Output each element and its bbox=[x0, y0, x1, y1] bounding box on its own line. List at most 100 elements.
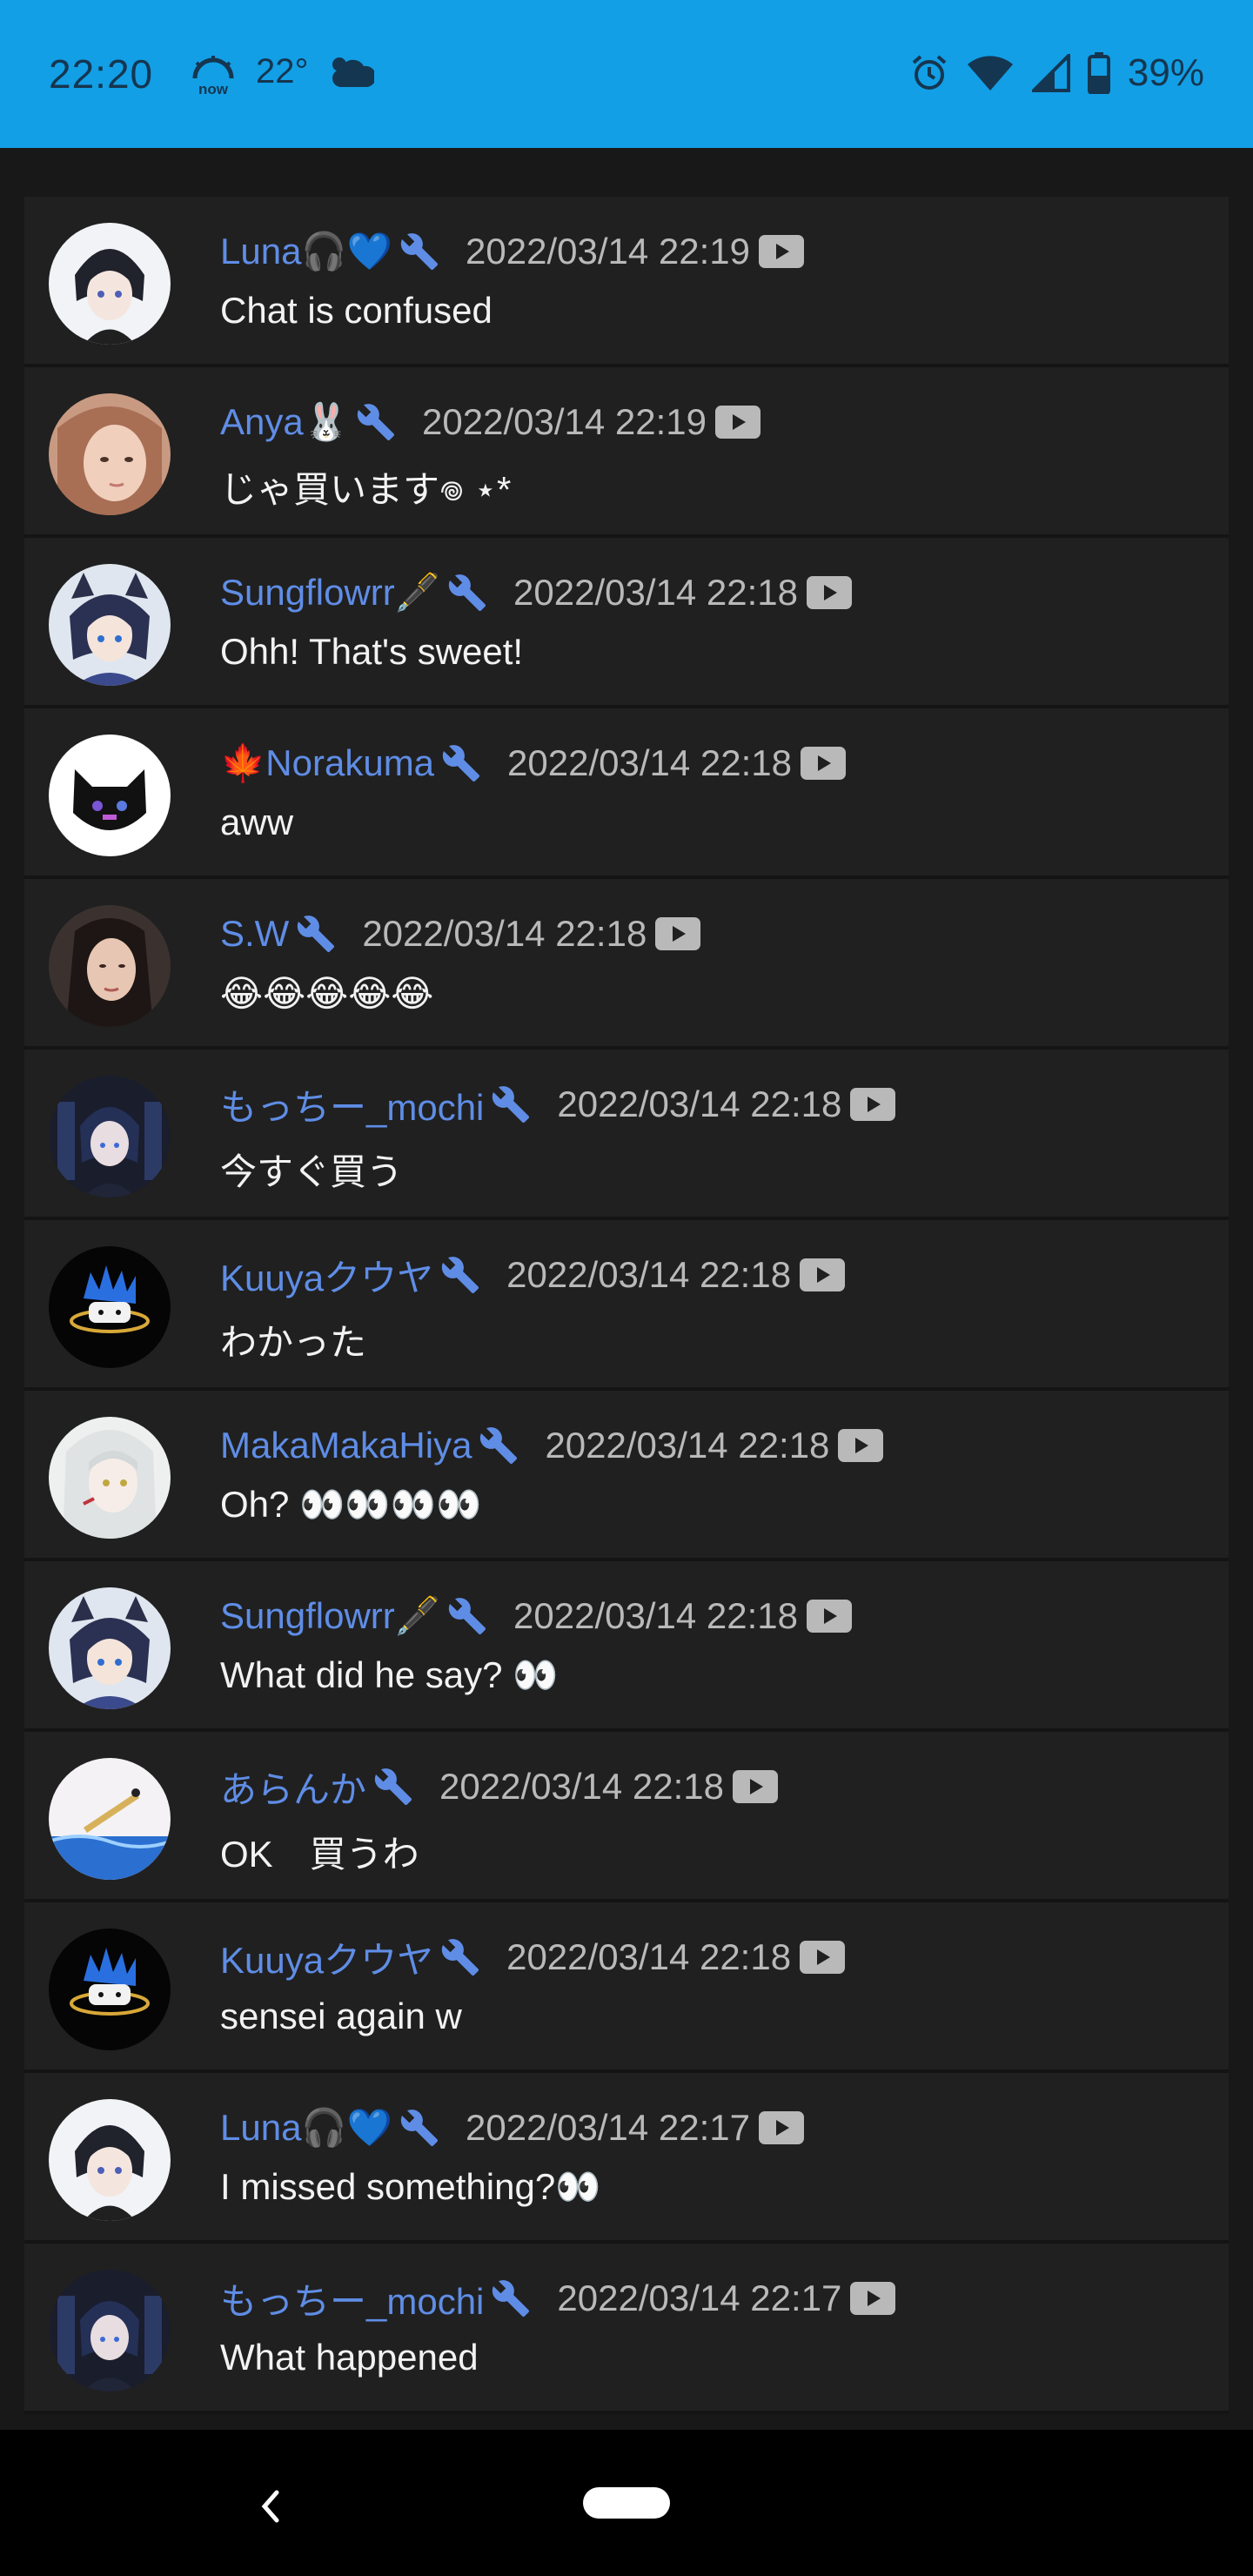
avatar-norakuma[interactable] bbox=[49, 735, 171, 856]
moderator-wrench-icon bbox=[442, 745, 480, 782]
moderator-wrench-icon bbox=[374, 1768, 412, 1806]
status-temperature: 22° bbox=[256, 52, 309, 91]
moderator-wrench-icon bbox=[448, 1598, 486, 1635]
youtube-source-icon bbox=[807, 1600, 853, 1633]
chat-message-row[interactable]: もっちー_mochi 2022/03/14 22:17 What happene… bbox=[24, 2244, 1229, 2414]
author-name[interactable]: もっちー_mochi bbox=[220, 2272, 484, 2325]
avatar-kuuya[interactable] bbox=[49, 1929, 171, 2050]
message-timestamp: 2022/03/14 22:18 bbox=[513, 1595, 799, 1636]
avatar-anya[interactable] bbox=[49, 393, 171, 515]
wifi-icon bbox=[967, 56, 1013, 91]
svg-text:now: now bbox=[198, 81, 229, 97]
moderator-wrench-icon bbox=[298, 916, 335, 953]
message-timestamp: 2022/03/14 22:18 bbox=[506, 1936, 792, 1977]
chat-message-row[interactable]: Kuuyaクウヤ 2022/03/14 22:18 sensei again w bbox=[24, 1902, 1229, 2073]
author-name[interactable]: Luna🎧💙 bbox=[220, 231, 392, 273]
message-timestamp: 2022/03/14 22:18 bbox=[506, 1254, 792, 1295]
chat-message-row[interactable]: S.W 2022/03/14 22:18 😂😂😂😂😂 bbox=[24, 879, 1229, 1050]
status-time: 22:20 bbox=[49, 51, 154, 97]
cloud-moon-icon bbox=[332, 57, 374, 87]
youtube-source-icon bbox=[759, 2111, 805, 2144]
avatar-aranka[interactable] bbox=[49, 1758, 171, 1880]
message-text: sensei again w bbox=[220, 1996, 462, 2036]
author-name[interactable]: MakaMakaHiya bbox=[220, 1425, 472, 1466]
avatar-makamakahiya[interactable] bbox=[49, 1417, 171, 1539]
message-text: What happened bbox=[220, 2337, 479, 2378]
message-header: Luna🎧💙 2022/03/14 22:17 bbox=[220, 2103, 805, 2152]
chat-message-row[interactable]: MakaMakaHiya 2022/03/14 22:18 Oh? 👀👀👀👀 bbox=[24, 1391, 1229, 1561]
author-name[interactable]: Kuuyaクウヤ bbox=[220, 1249, 433, 1302]
home-pill-button[interactable] bbox=[583, 2487, 670, 2519]
youtube-source-icon bbox=[759, 235, 805, 268]
message-text: aww bbox=[220, 802, 294, 842]
youtube-source-icon bbox=[807, 576, 853, 609]
message-header: Sungflowrr🖋️ 2022/03/14 22:18 bbox=[220, 1592, 853, 1640]
author-name[interactable]: Anya🐰 bbox=[220, 401, 349, 444]
message-timestamp: 2022/03/14 22:18 bbox=[513, 572, 799, 613]
chat-message-row[interactable]: Anya🐰 2022/03/14 22:19 じゃ買います𖦹 ⋆* bbox=[24, 367, 1229, 538]
avatar-sungflowrr[interactable] bbox=[49, 564, 171, 686]
chat-message-row[interactable]: Luna🎧💙 2022/03/14 22:19 Chat is confused bbox=[24, 197, 1229, 367]
avatar-sw[interactable] bbox=[49, 905, 171, 1027]
avatar-sungflowrr[interactable] bbox=[49, 1587, 171, 1709]
message-header: MakaMakaHiya 2022/03/14 22:18 bbox=[220, 1421, 884, 1470]
message-header: もっちー_mochi 2022/03/14 22:18 bbox=[220, 1078, 896, 1131]
message-text: わかった bbox=[220, 1322, 367, 1363]
author-name[interactable]: Sungflowrr🖋️ bbox=[220, 1595, 440, 1638]
message-timestamp: 2022/03/14 22:18 bbox=[507, 742, 793, 783]
author-name[interactable]: S.W bbox=[220, 913, 289, 955]
author-name[interactable]: Luna🎧💙 bbox=[220, 2107, 392, 2150]
message-text: Oh? 👀👀👀👀 bbox=[220, 1484, 482, 1525]
message-header: Luna🎧💙 2022/03/14 22:19 bbox=[220, 227, 805, 276]
chat-message-row[interactable]: Kuuyaクウヤ 2022/03/14 22:18 わかった bbox=[24, 1220, 1229, 1391]
youtube-source-icon bbox=[715, 406, 761, 439]
message-text: OK 買うわ bbox=[220, 1834, 419, 1875]
author-name[interactable]: もっちー_mochi bbox=[220, 1078, 484, 1131]
cell-signal-icon bbox=[1031, 54, 1070, 92]
battery-percent: 39% bbox=[1127, 51, 1204, 94]
moderator-wrench-icon bbox=[492, 1086, 530, 1124]
message-header: Anya🐰 2022/03/14 22:19 bbox=[220, 398, 761, 446]
youtube-source-icon bbox=[850, 2282, 896, 2315]
message-timestamp: 2022/03/14 22:18 bbox=[545, 1425, 830, 1466]
message-timestamp: 2022/03/14 22:17 bbox=[466, 2107, 751, 2148]
moderator-wrench-icon bbox=[400, 2110, 439, 2147]
message-header: S.W 2022/03/14 22:18 bbox=[220, 909, 701, 958]
author-name[interactable]: Kuuyaクウヤ bbox=[220, 1931, 433, 1984]
back-icon[interactable] bbox=[252, 2480, 287, 2532]
navigation-bar bbox=[0, 2430, 1253, 2576]
message-text: I missed something?👀 bbox=[220, 2166, 601, 2207]
now-weather-icon: now bbox=[192, 56, 234, 97]
message-timestamp: 2022/03/14 22:18 bbox=[362, 913, 647, 954]
youtube-source-icon bbox=[850, 1088, 896, 1121]
avatar-mochi[interactable] bbox=[49, 1076, 171, 1197]
moderator-wrench-icon bbox=[492, 2280, 530, 2318]
message-text: 😂😂😂😂😂 bbox=[220, 973, 434, 1014]
moderator-wrench-icon bbox=[400, 233, 439, 271]
message-timestamp: 2022/03/14 22:18 bbox=[557, 1083, 842, 1124]
chat-message-row[interactable]: Sungflowrr🖋️ 2022/03/14 22:18 Ohh! That'… bbox=[24, 538, 1229, 708]
moderator-wrench-icon bbox=[480, 1427, 518, 1465]
avatar-luna[interactable] bbox=[49, 2099, 171, 2221]
avatar-kuuya[interactable] bbox=[49, 1246, 171, 1368]
youtube-source-icon bbox=[801, 747, 847, 780]
status-right-icons: 39% bbox=[910, 47, 1204, 99]
chat-message-row[interactable]: 🍁Norakuma 2022/03/14 22:18 aww bbox=[24, 708, 1229, 879]
chat-message-list[interactable]: Luna🎧💙 2022/03/14 22:19 Chat is confused… bbox=[24, 197, 1229, 2414]
youtube-source-icon bbox=[800, 1941, 846, 1974]
author-name[interactable]: あらんか bbox=[220, 1761, 366, 1814]
author-name[interactable]: 🍁Norakuma bbox=[220, 742, 434, 785]
avatar-luna[interactable] bbox=[49, 223, 171, 345]
avatar-mochi[interactable] bbox=[49, 2270, 171, 2392]
message-text: Ohh! That's sweet! bbox=[220, 631, 524, 672]
chat-message-row[interactable]: Luna🎧💙 2022/03/14 22:17 I missed somethi… bbox=[24, 2073, 1229, 2244]
moderator-wrench-icon bbox=[448, 574, 486, 612]
chat-message-row[interactable]: Sungflowrr🖋️ 2022/03/14 22:18 What did h… bbox=[24, 1561, 1229, 1732]
chat-message-row[interactable]: もっちー_mochi 2022/03/14 22:18 今すぐ買う bbox=[24, 1050, 1229, 1220]
message-timestamp: 2022/03/14 22:19 bbox=[466, 231, 751, 272]
message-text: What did he say? 👀 bbox=[220, 1654, 559, 1695]
message-timestamp: 2022/03/14 22:18 bbox=[439, 1766, 724, 1807]
chat-message-row[interactable]: あらんか 2022/03/14 22:18 OK 買うわ bbox=[24, 1732, 1229, 1902]
moderator-wrench-icon bbox=[441, 1939, 479, 1976]
author-name[interactable]: Sungflowrr🖋️ bbox=[220, 572, 440, 614]
